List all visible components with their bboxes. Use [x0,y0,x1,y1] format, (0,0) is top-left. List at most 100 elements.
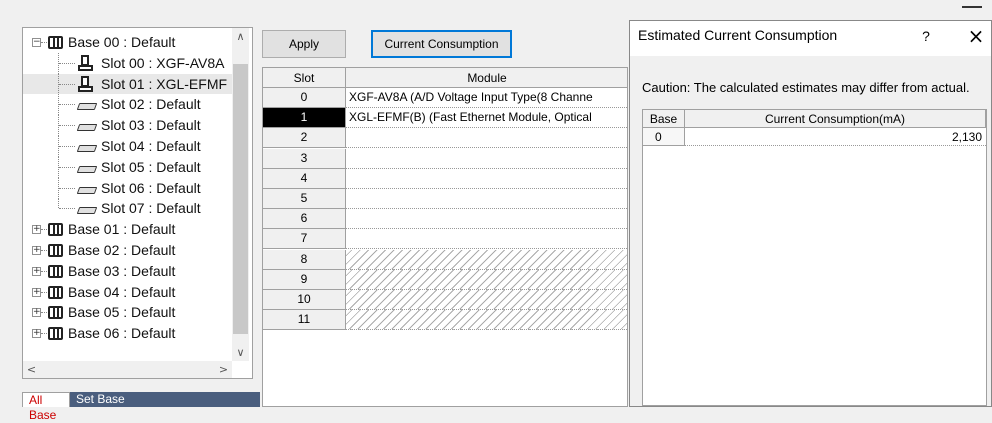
grid-module-cell[interactable]: XGF-AV8A (A/D Voltage Input Type(8 Chann… [346,88,627,108]
grid-module-cell[interactable] [346,249,627,270]
tree-connector [41,42,47,43]
tree-item-slot[interactable]: Slot 02 : Default [23,94,232,116]
grid-slot-cell[interactable]: 10 [263,290,346,310]
empty-slot-icon [76,186,98,194]
grid-module-cell[interactable] [346,290,627,310]
grid-module-cell[interactable] [346,189,627,209]
tree-item-slot[interactable]: Slot 06 : Default [23,177,232,199]
tree-item-label: Slot 04 : Default [101,138,201,154]
tree-item-label: Slot 00 : XGF-AV8A [101,54,225,71]
tree-item-label: Slot 07 : Default [101,200,201,217]
tree-item-slot[interactable]: Slot 05 : Default [23,156,232,178]
column-header-base[interactable]: Base [643,110,685,128]
base-rack-icon [48,223,63,237]
base-rack-icon [48,36,63,49]
grid-module-cell[interactable]: XGL-EFMF(B) (Fast Ethernet Module, Optic… [346,108,627,129]
tree-item-base[interactable]: + Base 04 : Default [23,282,232,302]
tree-item-label: Base 03 : Default [68,262,176,279]
current-consumption-button[interactable]: Current Consumption [371,30,512,58]
apply-button[interactable]: Apply [262,30,346,58]
grid-module-cell[interactable] [346,229,627,250]
tree-item-base[interactable]: + Base 01 : Default [23,219,232,239]
tree-connector [41,270,47,272]
tree-horizontal-scrollbar[interactable]: < > [23,361,232,378]
grid-slot-cell[interactable]: 4 [263,168,346,189]
scroll-up-icon[interactable]: ∧ [232,28,249,45]
tree-connector [41,250,47,251]
grid-slot-cell[interactable]: 2 [263,128,346,149]
grid-slot-cell[interactable]: 1 [263,108,346,129]
tree-connector [59,187,75,189]
tree-item-slot[interactable]: Slot 04 : Default [23,136,232,157]
tree-item-label: Base 04 : Default [68,283,176,300]
expand-icon[interactable]: + [32,329,41,339]
grid-slot-cell[interactable]: 6 [263,209,346,230]
expand-icon[interactable]: + [32,266,41,276]
grid-slot-cell[interactable]: 3 [263,148,346,169]
tree-item-label: Slot 03 : Default [101,117,201,134]
tree-item-base[interactable]: − Base 00 : Default [23,32,232,52]
empty-slot-icon [76,165,98,173]
tree-item-base[interactable]: + Base 06 : Default [23,323,232,343]
collapse-icon[interactable]: − [32,38,41,47]
grid-module-cell[interactable] [346,269,627,290]
estimated-current-dialog: Estimated Current Consumption ? × Cautio… [629,20,992,407]
scroll-down-icon[interactable]: ∨ [232,344,249,361]
tree-vertical-scrollbar[interactable]: ∧ ∨ [232,28,249,361]
grid-slot-cell[interactable]: 5 [263,189,346,209]
column-header-current[interactable]: Current Consumption(mA) [685,110,986,128]
tree-connector [59,146,75,147]
grid-slot-cell[interactable]: 9 [263,269,346,290]
table-cell-base[interactable]: 0 [643,128,685,146]
expand-icon[interactable]: + [32,308,41,318]
current-consumption-table[interactable]: Base Current Consumption(mA) 0 2,130 [642,109,987,406]
grid-module-cell[interactable] [346,128,627,149]
dialog-title: Estimated Current Consumption [638,27,838,43]
help-icon[interactable]: ? [915,25,937,47]
scroll-right-icon[interactable]: > [215,361,232,378]
tree-item-base[interactable]: + Base 03 : Default [23,261,232,281]
tree-item-label: Slot 01 : XGL-EFMF [101,75,228,92]
tree-connector [41,333,47,335]
grid-slot-cell[interactable]: 0 [263,88,346,108]
tree-item-slot[interactable]: Slot 00 : XGF-AV8A [23,52,232,74]
expand-icon[interactable]: + [32,287,41,297]
empty-slot-icon [76,124,98,132]
tree-item-base[interactable]: + Base 05 : Default [23,302,232,322]
close-icon[interactable]: × [963,23,989,49]
tab-set-base[interactable]: Set Base [70,392,260,407]
tree-item-slot[interactable]: Slot 07 : Default [23,198,232,218]
module-icon [78,54,93,72]
tree-item-label: Slot 05 : Default [101,158,201,175]
table-cell-current[interactable]: 2,130 [685,128,986,146]
slot-module-grid[interactable]: Slot Module 0 XGF-AV8A (A/D Voltage Input… [262,67,628,407]
scroll-thumb[interactable] [233,64,248,334]
tree-item-label: Slot 02 : Default [101,96,201,113]
grid-slot-cell[interactable]: 11 [263,310,346,331]
grid-module-cell[interactable] [346,149,627,169]
module-icon [78,75,93,93]
grid-module-cell[interactable] [346,209,627,230]
tree-item-base[interactable]: + Base 02 : Default [23,240,232,260]
tree-connector [59,83,75,85]
expand-icon[interactable]: + [32,225,41,235]
tree-item-label: Base 05 : Default [68,304,176,321]
empty-slot-icon [76,207,98,215]
tree-connector [59,208,75,210]
empty-slot-icon [76,103,98,111]
tab-all-base[interactable]: All Base [22,392,70,422]
tree-item-slot[interactable]: Slot 01 : XGL-EFMF [23,73,232,95]
tree-connector [41,229,47,231]
grid-slot-cell[interactable]: 8 [263,249,346,270]
base-tree-panel[interactable]: − Base 00 : Default Slot 00 : XGF-AV8A Slot… [22,27,253,379]
scroll-left-icon[interactable]: < [23,361,40,378]
column-header-module[interactable]: Module [346,68,627,88]
grid-module-cell[interactable] [346,169,627,189]
tree-connector [41,312,47,314]
grid-module-cell[interactable] [346,310,627,331]
dialog-body: Caution: The calculated estimates may di… [630,56,991,406]
tree-item-slot[interactable]: Slot 03 : Default [23,115,232,137]
expand-icon[interactable]: + [32,246,41,255]
column-header-slot[interactable]: Slot [263,68,346,88]
grid-slot-cell[interactable]: 7 [263,229,346,250]
